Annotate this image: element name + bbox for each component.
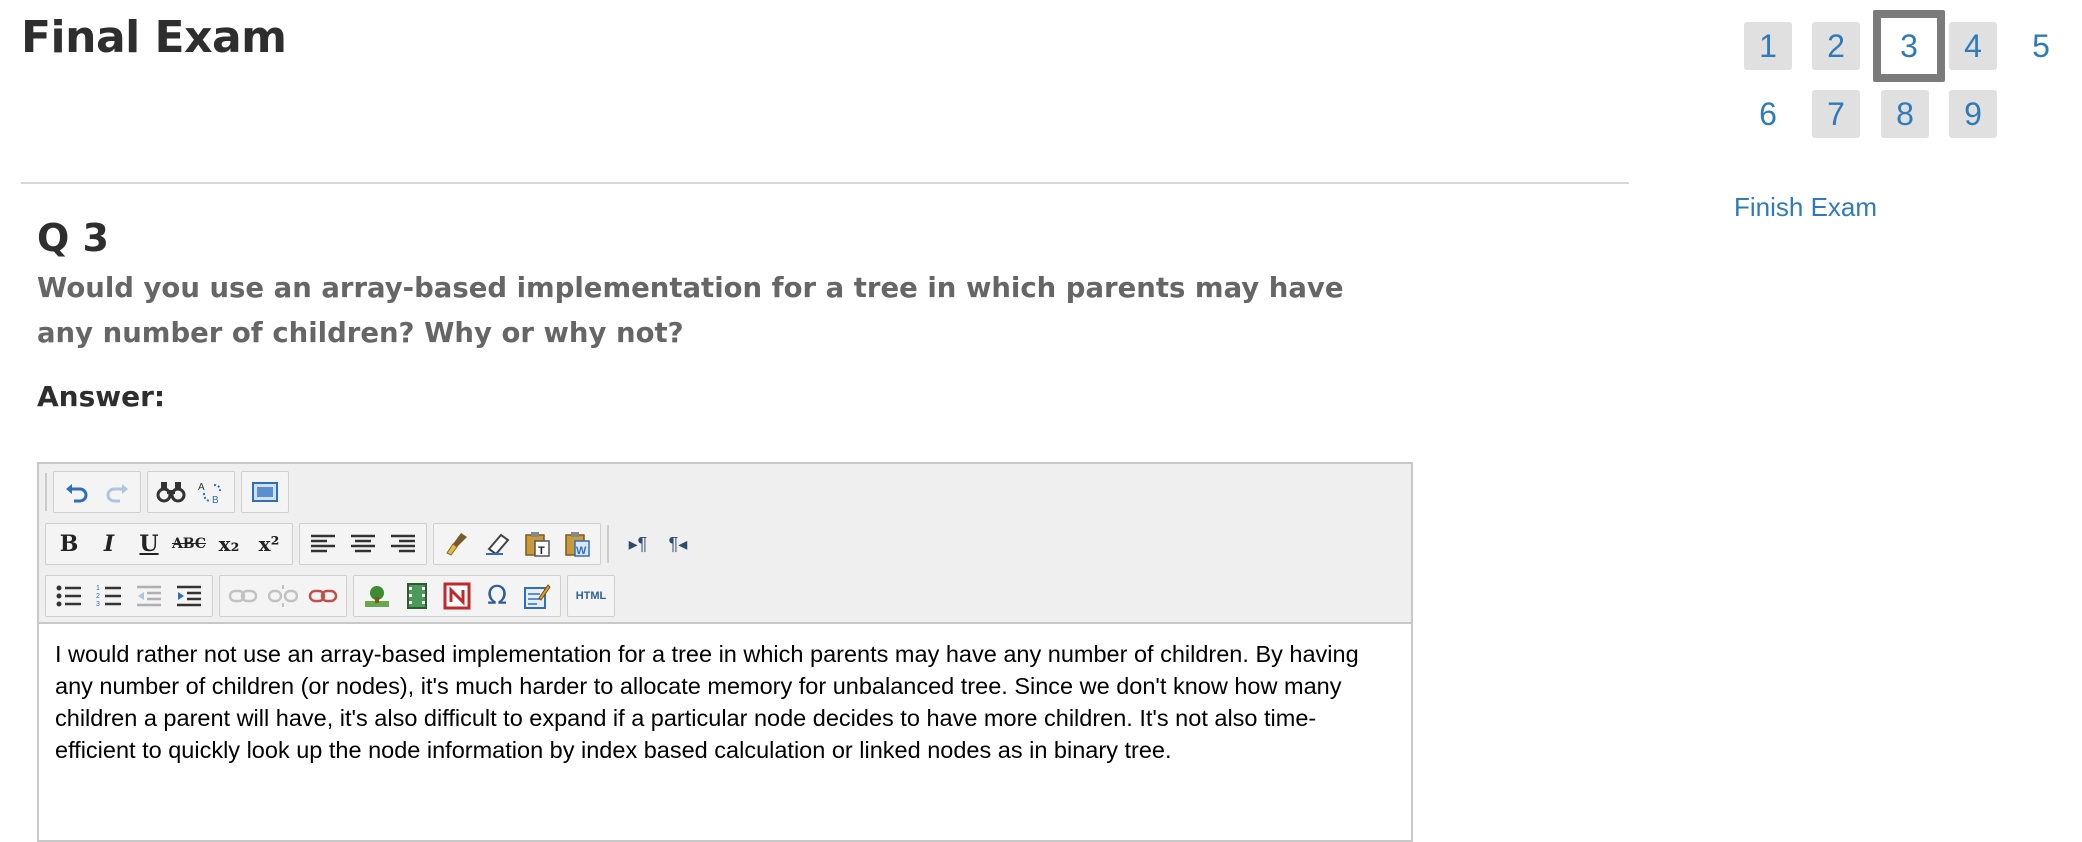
outdent-icon[interactable] xyxy=(129,578,169,614)
edit-icon[interactable] xyxy=(517,578,557,614)
svg-text:B: B xyxy=(212,495,219,505)
cleanup-group: T W xyxy=(433,523,601,565)
superscript-icon[interactable]: x² xyxy=(249,526,289,562)
media-icon[interactable] xyxy=(397,578,437,614)
view-group xyxy=(241,471,289,513)
question-nav-2[interactable]: 2 xyxy=(1812,22,1860,70)
history-group xyxy=(53,471,141,513)
direction-group: ▸¶ ¶◂ xyxy=(615,524,701,564)
question-nav-3-current[interactable]: 3 xyxy=(1873,10,1945,82)
search-group: AB xyxy=(147,471,235,513)
question-nav-5[interactable]: 5 xyxy=(2017,22,2065,70)
redo-icon[interactable] xyxy=(97,474,137,510)
question-nav-6[interactable]: 6 xyxy=(1744,90,1792,138)
paste-word-icon[interactable]: W xyxy=(557,526,597,562)
cleanup-icon[interactable] xyxy=(437,526,477,562)
undo-icon[interactable] xyxy=(57,474,97,510)
page-title: Final Exam xyxy=(21,12,287,63)
ltr-icon[interactable]: ▸¶ xyxy=(618,526,658,562)
align-right-icon[interactable] xyxy=(383,526,423,562)
toolbar-separator xyxy=(45,473,47,511)
svg-text:W: W xyxy=(576,545,587,557)
finish-exam-link[interactable]: Finish Exam xyxy=(1734,192,1877,223)
question-nav-7[interactable]: 7 xyxy=(1812,90,1860,138)
bullet-list-icon[interactable] xyxy=(49,578,89,614)
svg-text:3: 3 xyxy=(96,601,100,608)
nonbreaking-icon[interactable] xyxy=(437,578,477,614)
strikethrough-icon[interactable]: ABC xyxy=(169,526,209,562)
indent-icon[interactable] xyxy=(169,578,209,614)
paste-text-icon[interactable]: T xyxy=(517,526,557,562)
question-nav-9[interactable]: 9 xyxy=(1949,90,1997,138)
question-nav-4[interactable]: 4 xyxy=(1949,22,1997,70)
toolbar-row-1: AB xyxy=(45,470,295,514)
question-nav-1[interactable]: 1 xyxy=(1744,22,1792,70)
toolbar-row-3: 123 Ω HTML xyxy=(45,574,621,618)
image-icon[interactable] xyxy=(357,578,397,614)
align-center-icon[interactable] xyxy=(343,526,383,562)
header-divider xyxy=(21,182,1629,184)
html-icon[interactable]: HTML xyxy=(571,578,611,614)
anchor-icon[interactable] xyxy=(303,578,343,614)
align-left-icon[interactable] xyxy=(303,526,343,562)
insert-group: Ω xyxy=(353,575,561,617)
toolbar-row-2: B I U ABC x₂ x² T W ▸¶ ¶◂ xyxy=(45,522,707,566)
underline-icon[interactable]: U xyxy=(129,526,169,562)
answer-label: Answer: xyxy=(37,380,166,413)
remove-format-icon[interactable] xyxy=(477,526,517,562)
numbered-list-icon[interactable]: 123 xyxy=(89,578,129,614)
subscript-icon[interactable]: x₂ xyxy=(209,526,249,562)
question-label: Q 3 xyxy=(37,216,109,260)
svg-text:T: T xyxy=(538,545,545,557)
italic-icon[interactable]: I xyxy=(89,526,129,562)
svg-text:1: 1 xyxy=(96,585,100,592)
list-group: 123 xyxy=(45,575,213,617)
question-text: Would you use an array-based implementat… xyxy=(37,272,1344,349)
rich-text-editor: AB B I U ABC x₂ x² T W ▸¶ ¶◂ 1 2 3 Ω HTM… xyxy=(37,462,1413,842)
format-group: B I U ABC x₂ x² xyxy=(45,523,293,565)
editor-toolbar: AB B I U ABC x₂ x² T W ▸¶ ¶◂ 1 2 3 Ω HTM… xyxy=(39,464,1411,624)
link-icon[interactable] xyxy=(223,578,263,614)
toolbar-separator xyxy=(607,525,609,563)
align-group xyxy=(299,523,427,565)
unlink-icon[interactable] xyxy=(263,578,303,614)
replace-icon[interactable]: AB xyxy=(191,474,231,510)
link-group xyxy=(219,575,347,617)
svg-text:2: 2 xyxy=(96,593,100,600)
fullscreen-icon[interactable] xyxy=(245,474,285,510)
special-char-icon[interactable]: Ω xyxy=(477,578,517,614)
svg-text:A: A xyxy=(198,482,205,493)
question-nav-8[interactable]: 8 xyxy=(1881,90,1929,138)
answer-textarea[interactable]: I would rather not use an array-based im… xyxy=(39,624,1411,780)
rtl-icon[interactable]: ¶◂ xyxy=(658,526,698,562)
find-icon[interactable] xyxy=(151,474,191,510)
code-group: HTML xyxy=(567,575,615,617)
bold-icon[interactable]: B xyxy=(49,526,89,562)
question-navigator: 1 2 3 4 5 6 7 8 9 xyxy=(1744,10,2074,140)
